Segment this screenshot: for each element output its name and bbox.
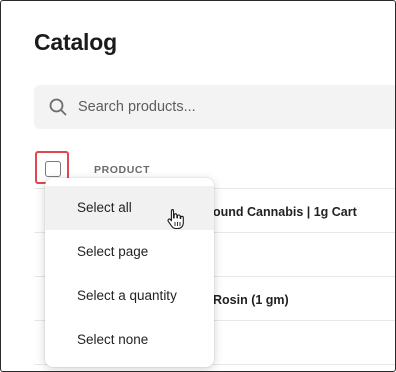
select-all-checkbox[interactable] <box>45 161 61 177</box>
select-dropdown-menu: Select all Select page Select a quantity… <box>45 178 214 367</box>
search-input[interactable] <box>78 85 378 129</box>
search-icon <box>49 98 67 116</box>
pointer-hand-icon <box>167 208 184 230</box>
menu-item-select-page[interactable]: Select page <box>45 230 214 274</box>
table-row-product-name[interactable]: Rosin (1 gm) <box>213 293 289 307</box>
search-bar[interactable] <box>34 85 395 129</box>
app-frame: Catalog PRODUCT ound Cannabis | 1g Cart … <box>0 0 396 372</box>
page-title: Catalog <box>34 29 117 55</box>
menu-item-select-all[interactable]: Select all <box>45 186 214 230</box>
table-row-product-name[interactable]: ound Cannabis | 1g Cart <box>213 205 357 219</box>
menu-item-select-none[interactable]: Select none <box>45 318 214 362</box>
menu-item-select-quantity[interactable]: Select a quantity <box>45 274 214 318</box>
column-header-product[interactable]: PRODUCT <box>94 164 150 176</box>
